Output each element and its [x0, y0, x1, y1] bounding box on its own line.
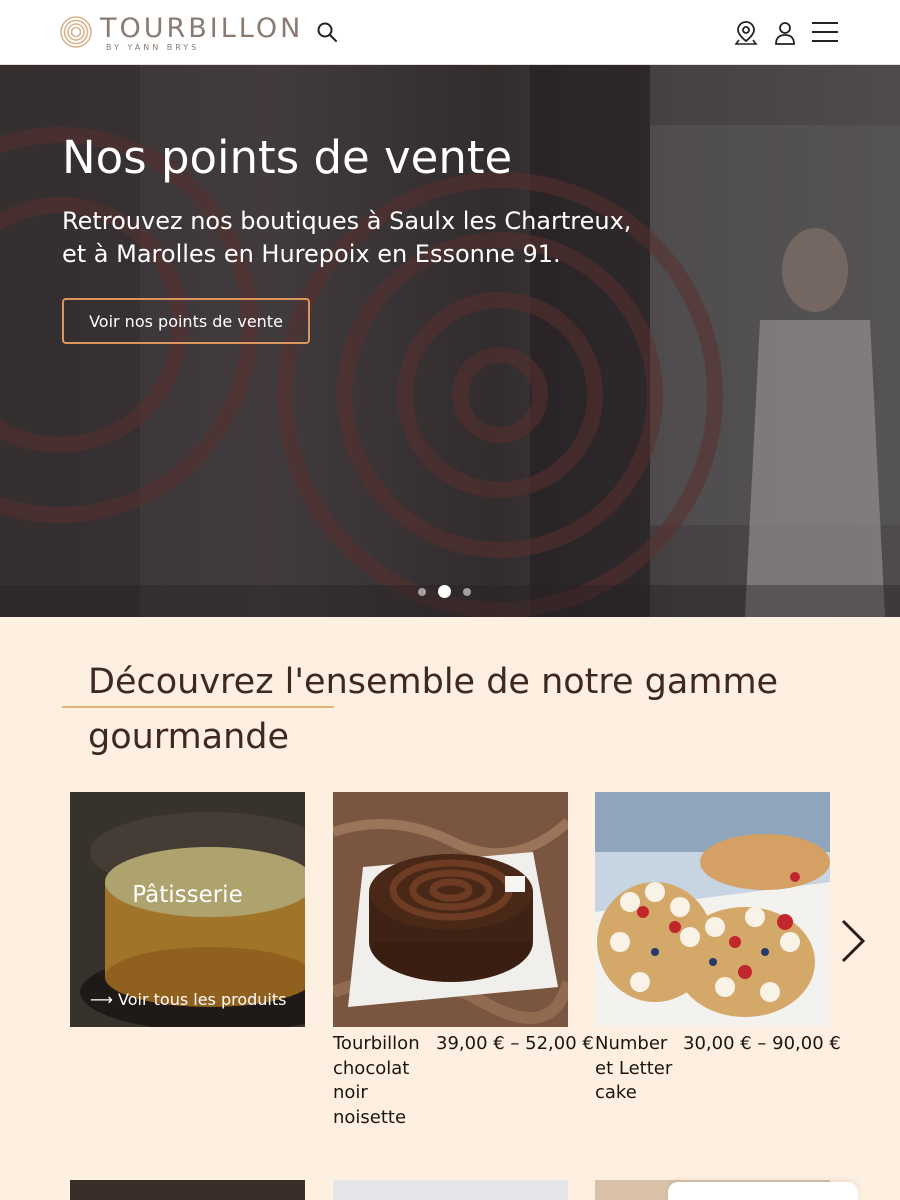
- carousel-next-arrow-icon[interactable]: [837, 917, 867, 965]
- title-underline: [62, 706, 334, 708]
- menu-icon[interactable]: [811, 21, 839, 43]
- view-all-products-link[interactable]: ⟶ Voir tous les produits: [90, 990, 286, 1009]
- floating-widget[interactable]: [668, 1182, 858, 1200]
- product-image-tourbillon[interactable]: [333, 792, 568, 1027]
- brand-subtitle: BY YANN BRYS: [106, 43, 200, 52]
- product-price: 30,00 € – 90,00 €: [683, 1033, 841, 1054]
- product-price: 39,00 € – 52,00 €: [436, 1033, 594, 1054]
- spiral-logo-icon: [60, 16, 92, 48]
- slider-dot-2[interactable]: [438, 585, 451, 598]
- view-stores-button[interactable]: Voir nos points de vente: [62, 298, 310, 344]
- category-card-patisserie[interactable]: Pâtisserie ⟶ Voir tous les produits: [70, 792, 305, 1027]
- slider-dot-1[interactable]: [418, 587, 426, 596]
- brand-name: TOURBILLON: [100, 13, 304, 44]
- category-label: Pâtisserie: [132, 882, 243, 908]
- product-image-number-cake[interactable]: [595, 792, 830, 1027]
- section-title: Découvrez l'ensemble de notre gamme gour…: [88, 662, 779, 757]
- hero-description: Retrouvez nos boutiques à Saulx les Char…: [62, 205, 662, 271]
- brand-logo[interactable]: TOURBILLON BY YANN BRYS: [60, 14, 303, 52]
- map-pin-icon[interactable]: [734, 20, 758, 46]
- product-image-partial[interactable]: [333, 1180, 568, 1200]
- hero-slider: Nos points de vente Retrouvez nos boutiq…: [0, 65, 900, 617]
- product-name[interactable]: Tourbillon chocolat noir noisette: [333, 1032, 423, 1130]
- user-icon[interactable]: [773, 20, 797, 46]
- hero-text-line-1: Retrouvez nos boutiques à Saulx les Char…: [62, 207, 632, 235]
- product-name[interactable]: Number et Letter cake: [595, 1032, 685, 1106]
- site-header: TOURBILLON BY YANN BRYS: [0, 0, 900, 65]
- number-cake-image: [595, 792, 830, 1027]
- hero-text-line-2: et à Marolles en Hurepoix en Essonne 91.: [62, 240, 561, 268]
- hero-title: Nos points de vente: [62, 131, 513, 184]
- tourbillon-cake-image: [333, 792, 568, 1027]
- search-icon[interactable]: [316, 21, 338, 43]
- slider-dot-3[interactable]: [463, 587, 471, 596]
- product-image-partial[interactable]: [70, 1180, 305, 1200]
- slider-pagination: [418, 585, 471, 598]
